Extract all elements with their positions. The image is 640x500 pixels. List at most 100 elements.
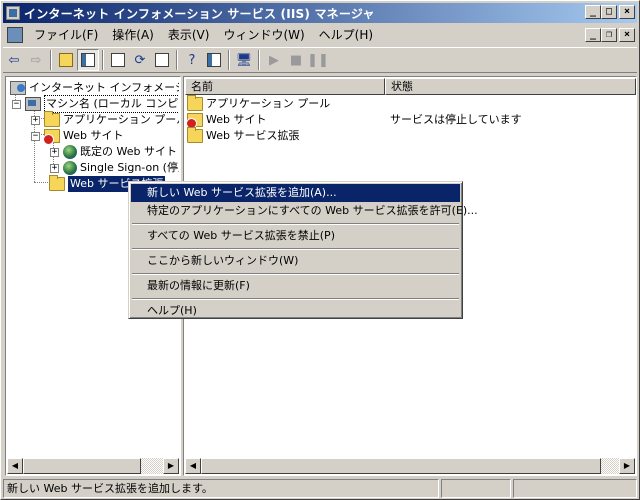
show-hide-console-tree-button[interactable] bbox=[77, 49, 99, 71]
folder-icon bbox=[187, 127, 203, 143]
menu-view[interactable]: 表示(V) bbox=[161, 26, 217, 44]
scroll-right-icon[interactable]: ▶ bbox=[163, 458, 179, 474]
mdi-close-button[interactable]: × bbox=[619, 28, 635, 42]
iis-app-icon[interactable] bbox=[6, 6, 20, 20]
scroll-thumb[interactable] bbox=[23, 458, 141, 474]
expand-toggle[interactable]: + bbox=[50, 147, 59, 157]
list-item[interactable]: アプリケーション プール bbox=[187, 95, 331, 112]
expand-toggle[interactable]: + bbox=[50, 163, 59, 173]
menu-item-help[interactable]: ヘルプ(H) bbox=[131, 302, 460, 320]
scroll-track[interactable] bbox=[23, 458, 163, 474]
menu-item-prohibit-all-extensions[interactable]: すべての Web サービス拡張を禁止(P) bbox=[131, 227, 460, 245]
scroll-right-icon[interactable]: ▶ bbox=[619, 458, 635, 474]
column-header-status[interactable]: 状態 bbox=[385, 78, 636, 95]
tree-item-web-sites[interactable]: − Web サイト bbox=[31, 128, 123, 145]
status-bar: 新しい Web サービス拡張を追加します。 bbox=[3, 479, 637, 498]
export-list-button[interactable] bbox=[151, 49, 173, 71]
toolbar-separator bbox=[102, 50, 104, 70]
toolbar: ⇦ ⇨ ⟳ ? 🖥 ▶ ■ ❚❚ bbox=[3, 47, 637, 73]
menu-separator bbox=[131, 220, 460, 227]
iis-root-icon bbox=[10, 81, 26, 95]
mdi-restore-button[interactable]: ❐ bbox=[601, 28, 617, 42]
web-site-globe-icon bbox=[63, 161, 77, 175]
scroll-left-icon[interactable]: ◀ bbox=[185, 458, 201, 474]
menu-help[interactable]: ヘルプ(H) bbox=[312, 26, 380, 44]
status-pane bbox=[441, 479, 511, 498]
tree-label: インターネット インフォメーション サービス bbox=[29, 81, 179, 94]
show-hide-action-pane-button[interactable] bbox=[203, 49, 225, 71]
tree-horizontal-scrollbar[interactable]: ◀ ▶ bbox=[7, 458, 179, 474]
window-title: インターネット インフォメーション サービス (IIS) マネージャ bbox=[24, 6, 375, 21]
pause-button[interactable]: ❚❚ bbox=[307, 49, 329, 71]
menu-file[interactable]: ファイル(F) bbox=[27, 26, 105, 44]
list-item-status: サービスは停止しています bbox=[390, 113, 522, 126]
console-tree-icon bbox=[81, 53, 95, 67]
up-one-level-button[interactable] bbox=[55, 49, 77, 71]
menu-item-allow-all-extensions[interactable]: 特定のアプリケーションにすべての Web サービス拡張を許可(E)... bbox=[131, 202, 478, 220]
mmc-system-menu-icon[interactable] bbox=[7, 27, 23, 43]
toolbar-separator bbox=[258, 50, 260, 70]
scroll-thumb[interactable] bbox=[201, 458, 601, 474]
menu-window[interactable]: ウィンドウ(W) bbox=[216, 26, 311, 44]
stop-button[interactable]: ■ bbox=[285, 49, 307, 71]
menu-item-refresh[interactable]: 最新の情報に更新(F) bbox=[131, 277, 460, 295]
expand-toggle[interactable]: + bbox=[31, 115, 40, 125]
stopped-web-folder-icon bbox=[43, 129, 60, 145]
help-icon: ? bbox=[188, 52, 196, 68]
action-pane-icon bbox=[207, 53, 221, 67]
mdi-minimize-button[interactable]: _ bbox=[585, 28, 601, 42]
list-item[interactable]: Web サービス拡張 bbox=[187, 127, 300, 144]
collapse-toggle[interactable]: − bbox=[31, 131, 40, 141]
scroll-track[interactable] bbox=[201, 458, 619, 474]
menu-separator bbox=[131, 270, 460, 277]
folder-icon bbox=[44, 111, 60, 127]
tree-item-default-site[interactable]: + 既定の Web サイト bbox=[50, 144, 177, 160]
list-item-name: Web サイト bbox=[206, 113, 267, 126]
tree-item-iis-root[interactable]: インターネット インフォメーション サービス bbox=[10, 80, 179, 96]
back-button[interactable]: ⇦ bbox=[3, 49, 25, 71]
refresh-button[interactable]: ⟳ bbox=[129, 49, 151, 71]
menu-action[interactable]: 操作(A) bbox=[105, 26, 161, 44]
menu-separator bbox=[131, 245, 460, 252]
web-site-globe-icon bbox=[63, 145, 77, 159]
toolbar-separator bbox=[176, 50, 178, 70]
computer-button[interactable]: 🖥 bbox=[233, 49, 255, 71]
list-horizontal-scrollbar[interactable]: ◀ ▶ bbox=[185, 458, 635, 474]
toolbar-separator bbox=[228, 50, 230, 70]
list-header: 名前 状態 bbox=[185, 78, 636, 95]
close-button[interactable]: × bbox=[619, 5, 635, 19]
tree-item-sso-site[interactable]: + Single Sign-on (停止) bbox=[50, 160, 179, 176]
tree-item-machine[interactable]: − マシン名 (ローカル コンピュータ) bbox=[12, 95, 179, 113]
list-item[interactable]: Web サイト サービスは停止しています bbox=[186, 112, 522, 129]
up-folder-icon bbox=[59, 53, 73, 67]
menu-item-add-web-service-extension[interactable]: 新しい Web サービス拡張を追加(A)... bbox=[131, 184, 460, 202]
start-button[interactable]: ▶ bbox=[263, 49, 285, 71]
forward-arrow-icon: ⇨ bbox=[30, 52, 42, 68]
folder-icon bbox=[49, 175, 65, 191]
stopped-web-folder-icon bbox=[186, 113, 203, 129]
stop-icon: ■ bbox=[289, 52, 303, 68]
properties-icon bbox=[111, 53, 125, 67]
menu-item-new-window[interactable]: ここから新しいウィンドウ(W) bbox=[131, 252, 460, 270]
export-list-icon bbox=[155, 53, 169, 67]
back-arrow-icon: ⇦ bbox=[8, 52, 20, 68]
minimize-button[interactable]: _ bbox=[585, 5, 601, 19]
mdi-buttons: _ ❐ × bbox=[585, 28, 635, 42]
refresh-icon: ⟳ bbox=[134, 52, 146, 68]
tree-item-app-pools[interactable]: + アプリケーション プール bbox=[31, 111, 179, 128]
help-button[interactable]: ? bbox=[181, 49, 203, 71]
status-pane bbox=[513, 479, 637, 498]
list-item-name: アプリケーション プール bbox=[206, 97, 331, 110]
maximize-button[interactable]: □ bbox=[601, 5, 617, 19]
forward-button[interactable]: ⇨ bbox=[25, 49, 47, 71]
title-bar[interactable]: インターネット インフォメーション サービス (IIS) マネージャ _ □ × bbox=[3, 3, 637, 23]
collapse-toggle[interactable]: − bbox=[12, 99, 21, 109]
computer-icon: 🖥 bbox=[235, 52, 253, 68]
scroll-left-icon[interactable]: ◀ bbox=[7, 458, 23, 474]
list-item-name: Web サービス拡張 bbox=[206, 129, 300, 142]
play-icon: ▶ bbox=[269, 52, 279, 68]
tree-connector bbox=[34, 182, 48, 183]
column-header-name[interactable]: 名前 bbox=[185, 78, 385, 95]
properties-button[interactable] bbox=[107, 49, 129, 71]
context-menu: 新しい Web サービス拡張を追加(A)... 特定のアプリケーションにすべての… bbox=[128, 181, 478, 320]
